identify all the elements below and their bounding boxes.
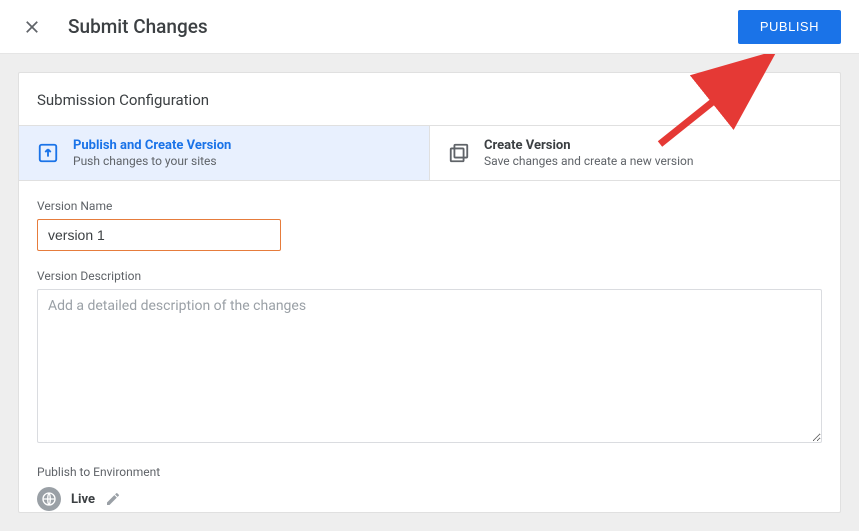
dialog-header: Submit Changes PUBLISH (0, 0, 859, 54)
card-title: Submission Configuration (19, 73, 840, 125)
submission-card: Submission Configuration Publish and Cre… (18, 72, 841, 513)
version-name-label: Version Name (37, 199, 822, 213)
option-title: Create Version (484, 138, 693, 153)
env-row: Live (37, 487, 822, 511)
close-icon[interactable] (14, 9, 50, 45)
edit-env-icon[interactable] (105, 491, 121, 507)
version-desc-label: Version Description (37, 269, 822, 283)
option-subtitle: Push changes to your sites (73, 154, 231, 168)
option-subtitle: Save changes and create a new version (484, 154, 693, 168)
globe-icon (37, 487, 61, 511)
dialog-body: Submission Configuration Publish and Cre… (0, 54, 859, 531)
version-icon (448, 142, 470, 164)
option-create-version[interactable]: Create Version Save changes and create a… (429, 126, 840, 180)
dialog-title: Submit Changes (68, 15, 208, 38)
publish-button[interactable]: PUBLISH (738, 10, 841, 44)
version-name-input[interactable] (37, 219, 281, 251)
submission-options: Publish and Create Version Push changes … (19, 125, 840, 181)
publish-icon (37, 142, 59, 164)
form-area: Version Name Version Description Publish… (19, 181, 840, 529)
option-title: Publish and Create Version (73, 138, 231, 153)
option-publish-create-version[interactable]: Publish and Create Version Push changes … (19, 126, 429, 180)
publish-env-label: Publish to Environment (37, 465, 822, 479)
version-desc-textarea[interactable] (37, 289, 822, 443)
env-name: Live (71, 492, 95, 507)
